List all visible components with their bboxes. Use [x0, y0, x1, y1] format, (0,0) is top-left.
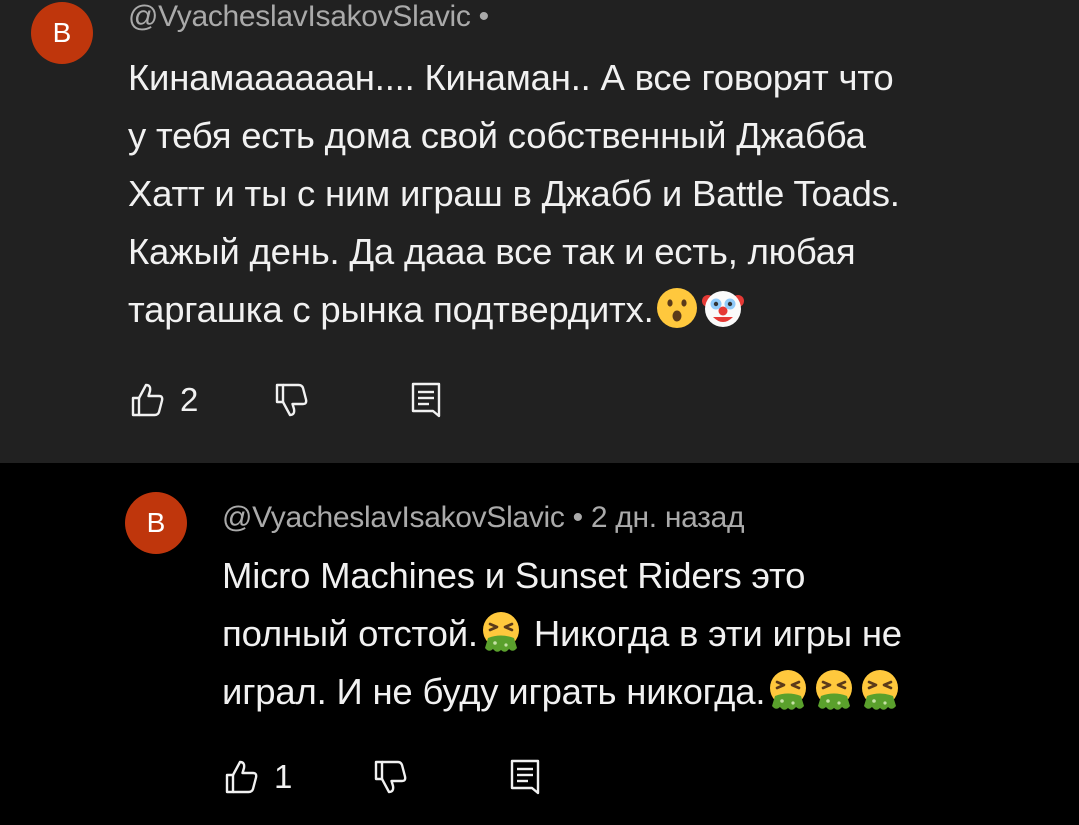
thumbs-down-icon [272, 381, 310, 419]
reply-line-text: Никогда в эти игры не [523, 613, 902, 654]
avatar[interactable]: В [31, 2, 93, 64]
reply-line: Micro Machines и Sunset Riders это [222, 555, 806, 596]
like-count: 2 [180, 381, 199, 418]
comment-header: @VyacheslavIsakovSlavic • [128, 0, 489, 34]
comment-line-last: таргашка с рынка подтвердитх. [128, 281, 900, 339]
author-name[interactable]: @VyacheslavIsakovSlavic [128, 0, 471, 33]
meta-separator: • [478, 0, 490, 33]
dislike-button[interactable] [371, 758, 409, 796]
reply-line-text: играл. И не буду играть никогда. [222, 671, 766, 712]
like-count: 1 [274, 758, 293, 795]
vomiting-face-emoji [766, 668, 810, 712]
thumbs-down-icon [371, 758, 409, 796]
vomiting-face-emoji [858, 668, 902, 712]
reply-actions: 1 [222, 758, 544, 796]
comment-line: Кажый день. Да дааа все так и есть, люба… [128, 231, 856, 272]
reply-avatar[interactable]: В [125, 492, 187, 554]
avatar-letter: В [52, 17, 72, 48]
comment-thread-top: В @VyacheslavIsakovSlavic • Кинамаааааан… [0, 0, 1079, 463]
timestamp: 2 дн. назад [590, 501, 745, 534]
like-button[interactable]: 1 [222, 758, 292, 796]
comment-body: Кинамаааааан.... Кинаман.. А все говорят… [128, 49, 900, 339]
reply-body: Micro Machines и Sunset Riders это полны… [222, 547, 903, 721]
comment-line-text: таргашка с рынка подтвердитх. [128, 289, 654, 330]
thumbs-up-icon [128, 381, 166, 419]
meta-separator: • [572, 501, 584, 534]
like-button[interactable]: 2 [128, 381, 198, 419]
comment-actions: 2 [128, 381, 445, 419]
reply-line-text: полный отстой. [222, 613, 478, 654]
comment-line: Кинамаааааан.... Кинаман.. А все говорят… [128, 57, 894, 98]
reply-icon [506, 758, 544, 796]
comment-line: у тебя есть дома свой собственный Джабба [128, 115, 866, 156]
reply-line: полный отстой. Никогда в эти игры не [222, 605, 903, 663]
vomiting-face-emoji [479, 610, 523, 654]
comment-reply: В @VyacheslavIsakovSlavic • 2 дн. назад … [0, 463, 1079, 825]
reply-button[interactable] [407, 381, 445, 419]
thumbs-up-icon [222, 758, 260, 796]
comment-line: Хатт и ты с ним играш в Джабб и Battle T… [128, 173, 900, 214]
dislike-button[interactable] [272, 381, 310, 419]
avatar-letter: В [146, 507, 166, 538]
vomiting-face-emoji [812, 668, 856, 712]
reply-button[interactable] [506, 758, 544, 796]
clown-face-emoji [701, 286, 745, 330]
reply-icon [407, 381, 445, 419]
author-name[interactable]: @VyacheslavIsakovSlavic [222, 501, 565, 534]
reply-line: играл. И не буду играть никогда. [222, 663, 903, 721]
hushed-face-emoji [655, 286, 699, 330]
reply-header: @VyacheslavIsakovSlavic • 2 дн. назад [222, 501, 745, 535]
